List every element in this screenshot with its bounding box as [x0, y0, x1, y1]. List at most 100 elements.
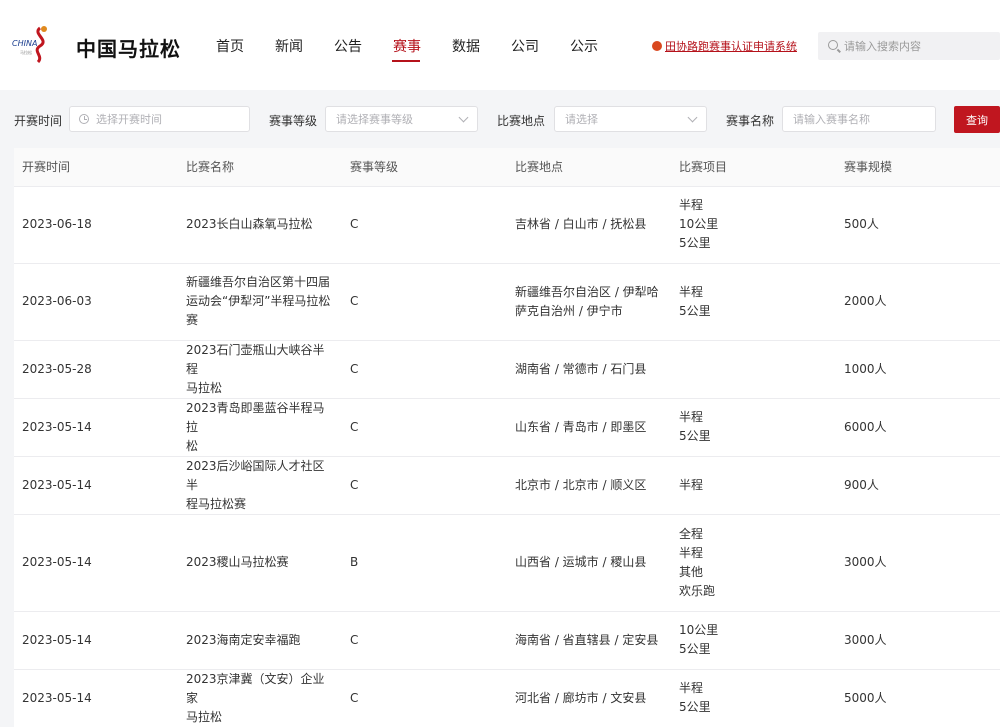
site-title[interactable]: 中国马拉松 — [76, 33, 181, 62]
cell-event-name-line: 2023稷山马拉松赛 — [186, 555, 289, 569]
search-icon[interactable] — [828, 40, 838, 50]
cell-event-name[interactable]: 2023后沙峪国际人才社区半程马拉松赛 — [178, 456, 342, 515]
cell-event-name[interactable]: 2023石门壶瓶山大峡谷半程 马拉松 — [178, 340, 342, 399]
nav-item-data[interactable]: 数据 — [452, 36, 480, 56]
cell-event-name-line: 新疆维吾尔自治区第十四届 — [186, 275, 331, 289]
active-nav-indicator — [392, 60, 420, 62]
column-header-events: 比赛项目 — [671, 148, 836, 187]
events-table-container: 开赛时间 比赛名称 赛事等级 比赛地点 比赛项目 赛事规模 2023-06-18… — [14, 148, 1000, 727]
cell-event-name-line: 马拉松 — [186, 709, 223, 724]
event-name-label: 赛事名称 — [726, 114, 775, 128]
cell-event-name-line: 程马拉松赛 — [186, 496, 247, 511]
cell-events-line: 5公里 — [679, 429, 711, 443]
cell-scale: 2000人 — [836, 263, 1000, 341]
cell-location-line: 山西省 / 运城市 / 稷山县 — [515, 555, 647, 569]
cell-events — [671, 340, 836, 399]
cell-location: 山西省 / 运城市 / 稷山县 — [507, 514, 671, 612]
cell-events-line: 半程 — [679, 198, 704, 212]
column-header-location: 比赛地点 — [507, 148, 671, 187]
location-select-input[interactable] — [565, 107, 685, 131]
certification-system-link[interactable]: 田协路跑赛事认证申请系统 — [652, 38, 797, 54]
cell-event-name-line: 运动会“伊犁河”半程马拉松 — [186, 294, 331, 308]
cell-location: 山东省 / 青岛市 / 即墨区 — [507, 398, 671, 457]
nav-item-events[interactable]: 赛事 — [393, 36, 421, 56]
table-row[interactable]: 2023-05-28 2023石门壶瓶山大峡谷半程 马拉松 C 湖南省 / 常德市 / … — [14, 340, 1000, 399]
cell-events-line: 半程 — [679, 410, 704, 424]
cell-location: 新疆维吾尔自治区 / 伊犁哈 萨克自治州 / 伊宁市 — [507, 263, 671, 341]
cell-event-name[interactable]: 2023稷山马拉松赛 — [178, 514, 342, 612]
china-marathon-logo-icon[interactable]: CHINA 马拉松 — [10, 24, 66, 64]
nav-item-publicity[interactable]: 公示 — [570, 36, 598, 56]
nav-item-news[interactable]: 新闻 — [275, 36, 303, 56]
table-row[interactable]: 2023-05-14 2023青岛即墨蓝谷半程马拉松 C 山东省 / 青岛市 / 即墨… — [14, 398, 1000, 457]
table-row[interactable]: 2023-05-14 2023海南定安幸福跑 C 海南省 / 省直辖县 / 定安县 10… — [14, 611, 1000, 670]
cell-event-name[interactable]: 2023青岛即墨蓝谷半程马拉松 — [178, 398, 342, 457]
event-name-field[interactable] — [782, 106, 936, 132]
cell-event-name[interactable]: 2023海南定安幸福跑 — [178, 611, 342, 670]
query-button[interactable]: 查询 — [954, 106, 1000, 133]
event-name-input[interactable] — [793, 107, 927, 131]
cell-events: 半程 10公里 5公里 — [671, 186, 836, 264]
chevron-down-icon — [458, 112, 469, 123]
cell-event-name-line: 2023后沙峪国际人才社区半 — [186, 458, 325, 492]
cell-events-line: 5公里 — [679, 236, 711, 250]
cell-location-line: 湖南省 / 常德市 / 石门县 — [515, 361, 647, 376]
cell-location: 北京市 / 北京市 / 顺义区 — [507, 456, 671, 515]
table-row[interactable]: 2023-06-18 2023长白山森氧马拉松 C 吉林省 / 白山市 / 抚松县 半程… — [14, 186, 1000, 264]
cell-level: C — [342, 456, 507, 515]
table-row[interactable]: 2023-05-14 2023稷山马拉松赛 B 山西省 / 运城市 / 稷山县 全程 半程… — [14, 514, 1000, 612]
column-header-name: 比赛名称 — [178, 148, 342, 187]
start-time-picker[interactable] — [69, 106, 250, 132]
cell-start-time: 2023-05-14 — [14, 611, 178, 670]
cell-location-line: 吉林省 / 白山市 / 抚松县 — [515, 217, 647, 231]
cell-events: 半程 5公里 — [671, 398, 836, 457]
level-select-input[interactable] — [336, 107, 456, 131]
cell-events-line: 全程 — [679, 526, 704, 541]
nav-item-home[interactable]: 首页 — [216, 36, 244, 56]
cell-event-name[interactable]: 2023长白山森氧马拉松 — [178, 186, 342, 264]
cell-location: 河北省 / 廊坊市 / 文安县 — [507, 669, 671, 727]
cell-event-name[interactable]: 新疆维吾尔自治区第十四届 运动会“伊犁河”半程马拉松赛 — [178, 263, 342, 341]
cell-events-line: 其他 — [679, 564, 704, 579]
cell-scale: 3000人 — [836, 514, 1000, 612]
nav-item-notice[interactable]: 公告 — [334, 36, 362, 56]
table-row[interactable]: 2023-05-14 2023后沙峪国际人才社区半 程马拉松赛 C 北京市 / 北京市 … — [14, 456, 1000, 515]
search-input[interactable] — [844, 32, 994, 60]
cell-events: 半程 — [671, 456, 836, 515]
cell-location-line: 北京市 / 北京市 / 顺义区 — [515, 477, 647, 492]
column-header-level: 赛事等级 — [342, 148, 507, 187]
cell-location-line: 新疆维吾尔自治区 / 伊犁哈 — [515, 284, 659, 299]
cell-scale: 6000人 — [836, 398, 1000, 457]
cell-event-name[interactable]: 2023京津冀（文安）企业家 马拉松 — [178, 669, 342, 727]
svg-text:马拉松: 马拉松 — [20, 49, 32, 55]
nav-item-company[interactable]: 公司 — [511, 36, 539, 56]
table-header-row: 开赛时间 比赛名称 赛事等级 比赛地点 比赛项目 赛事规模 — [14, 148, 1000, 187]
location-select[interactable] — [554, 106, 707, 132]
cell-events-line: 欢乐跑 — [679, 583, 716, 598]
cell-events-line: 半程 — [679, 545, 704, 560]
start-time-input[interactable] — [96, 107, 246, 131]
svg-text:CHINA: CHINA — [12, 39, 37, 48]
cell-location: 海南省 / 省直辖县 / 定安县 — [507, 611, 671, 670]
events-table: 开赛时间 比赛名称 赛事等级 比赛地点 比赛项目 赛事规模 2023-06-18… — [14, 148, 1000, 727]
level-select[interactable] — [325, 106, 478, 132]
table-body: 2023-06-18 2023长白山森氧马拉松 C 吉林省 / 白山市 / 抚松县 半程… — [14, 186, 1000, 727]
cell-events: 全程 半程 其他 欢乐跑 — [671, 514, 836, 612]
location-label: 比赛地点 — [497, 114, 546, 128]
cell-start-time: 2023-05-14 — [14, 514, 178, 612]
cell-events-line: 5公里 — [679, 642, 711, 656]
cell-events: 半程 5公里 — [671, 263, 836, 341]
cell-level: C — [342, 669, 507, 727]
chevron-down-icon — [687, 112, 698, 123]
site-header: CHINA 马拉松 中国马拉松 首页 新闻 公告 赛事 数据 公司 公示 田协路… — [0, 0, 1000, 90]
cell-events-line: 半程 — [679, 477, 704, 492]
cell-event-name-line: 赛 — [186, 313, 199, 327]
table-row[interactable]: 2023-05-14 2023京津冀（文安）企业家 马拉松 C 河北省 / 廊坊市 / … — [14, 669, 1000, 727]
table-row[interactable]: 2023-06-03 新疆维吾尔自治区第十四届 运动会“伊犁河”半程马拉松赛 C 新疆维… — [14, 263, 1000, 341]
cell-events-line: 半程 — [679, 284, 704, 299]
cell-location-line: 河北省 / 廊坊市 / 文安县 — [515, 690, 647, 705]
cell-location: 吉林省 / 白山市 / 抚松县 — [507, 186, 671, 264]
cell-level: C — [342, 263, 507, 341]
column-header-scale: 赛事规模 — [836, 148, 1000, 187]
cell-level: C — [342, 340, 507, 399]
